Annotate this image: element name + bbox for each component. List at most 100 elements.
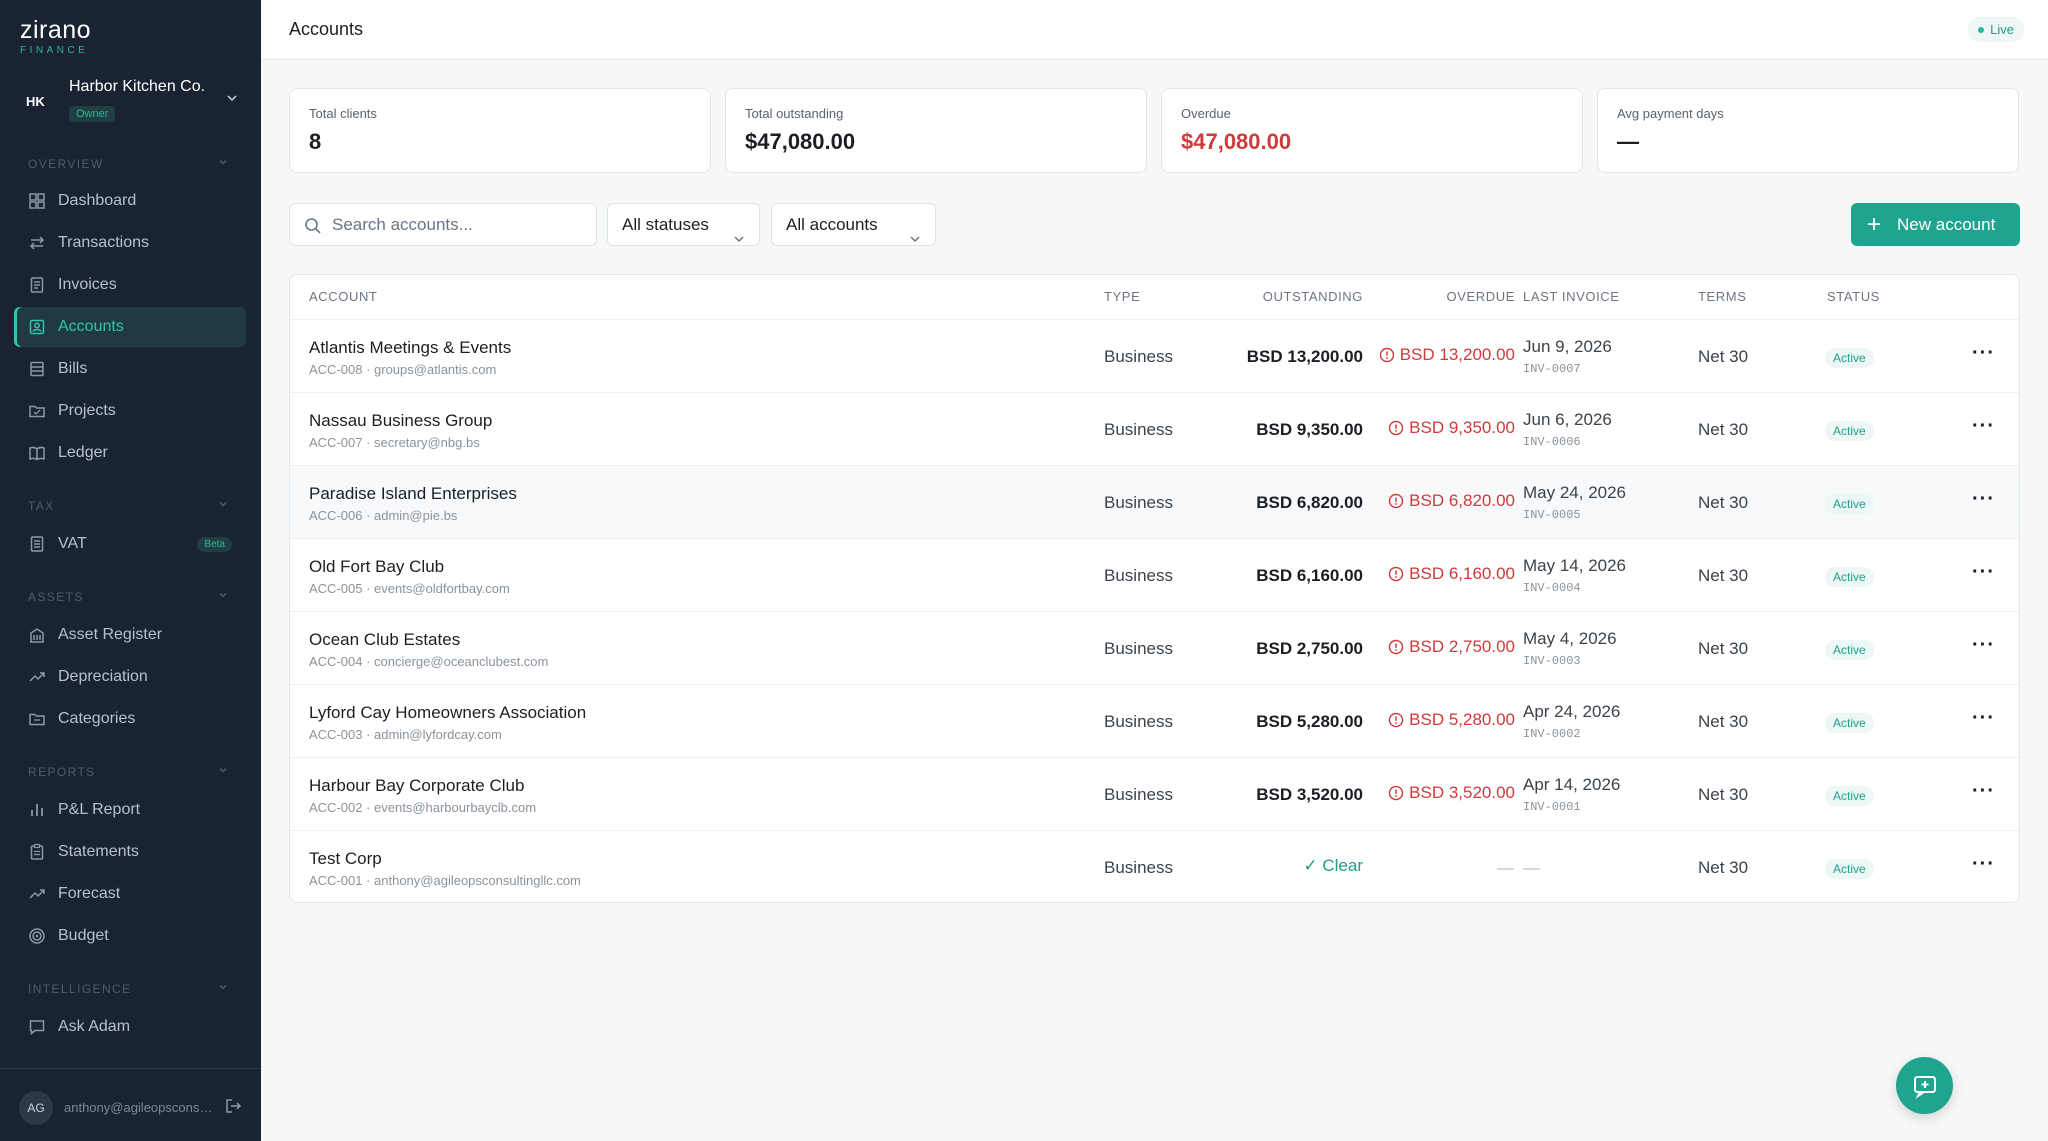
overdue-value: BSD 9,350.00 bbox=[1409, 418, 1515, 437]
table-row[interactable]: Test Corp ACC-001 · anthony@agileopscons… bbox=[290, 830, 2019, 902]
column-header-type[interactable]: TYPE bbox=[1104, 289, 1140, 304]
account-name[interactable]: Atlantis Meetings & Events bbox=[309, 338, 511, 358]
invoice-icon bbox=[28, 276, 46, 294]
last-invoice-number[interactable]: INV-0006 bbox=[1523, 435, 1581, 449]
more-options-icon[interactable]: ··· bbox=[1972, 415, 1995, 438]
table-row[interactable]: Atlantis Meetings & Events ACC-008 · gro… bbox=[290, 319, 2019, 392]
last-invoice-number[interactable]: INV-0004 bbox=[1523, 581, 1581, 595]
table-row[interactable]: Old Fort Bay Club ACC-005 · events@oldfo… bbox=[290, 538, 2019, 611]
status-filter-dropdown[interactable]: All statuses bbox=[607, 203, 760, 246]
status-badge: Active bbox=[1825, 567, 1874, 587]
more-options-icon[interactable]: ··· bbox=[1972, 342, 1995, 365]
sidebar-item-forecast[interactable]: Forecast bbox=[14, 874, 246, 914]
column-header-status[interactable]: STATUS bbox=[1827, 289, 1880, 304]
payment-terms: Net 30 bbox=[1698, 493, 1749, 512]
sidebar-item-statements[interactable]: Statements bbox=[14, 832, 246, 872]
sidebar-item-label: Budget bbox=[58, 927, 109, 944]
sidebar-item-accounts[interactable]: Accounts bbox=[14, 307, 246, 347]
sidebar-item-label: Statements bbox=[58, 843, 139, 860]
account-type: Business bbox=[1104, 712, 1173, 731]
last-invoice-number[interactable]: INV-0002 bbox=[1523, 727, 1581, 741]
sidebar-item-pl-report[interactable]: P&L Report bbox=[14, 790, 246, 830]
chevron-down-icon[interactable] bbox=[218, 765, 228, 778]
more-options-icon[interactable]: ··· bbox=[1972, 488, 1995, 511]
chevron-down-icon[interactable] bbox=[218, 499, 228, 512]
sidebar-item-categories[interactable]: Categories bbox=[14, 699, 246, 739]
sidebar-item-asset-register[interactable]: Asset Register bbox=[14, 615, 246, 655]
new-account-button[interactable]: + New account bbox=[1851, 203, 2020, 246]
sidebar-item-projects[interactable]: Projects bbox=[14, 391, 246, 431]
sidebar-item-dashboard[interactable]: Dashboard bbox=[14, 181, 246, 221]
sidebar-item-label: Invoices bbox=[58, 276, 117, 293]
live-status-badge: Live bbox=[1968, 17, 2024, 42]
more-options-icon[interactable]: ··· bbox=[1972, 780, 1995, 803]
table-row[interactable]: Nassau Business Group ACC-007 · secretar… bbox=[290, 392, 2019, 465]
account-meta: ACC-001 · anthony@agileopsconsultingllc.… bbox=[309, 873, 581, 888]
chevron-down-icon[interactable] bbox=[218, 157, 228, 170]
sidebar-item-ask-adam[interactable]: Ask Adam bbox=[14, 1007, 246, 1047]
account-name[interactable]: Nassau Business Group bbox=[309, 411, 492, 431]
more-options-icon[interactable]: ··· bbox=[1972, 634, 1995, 657]
column-header-terms[interactable]: TERMS bbox=[1698, 289, 1747, 304]
column-header-overdue[interactable]: OVERDUE bbox=[1447, 289, 1516, 304]
account-name[interactable]: Harbour Bay Corporate Club bbox=[309, 776, 524, 796]
section-intelligence[interactable]: INTELLIGENCE bbox=[28, 982, 132, 996]
column-header-last-invoice[interactable]: LAST INVOICE bbox=[1523, 289, 1620, 304]
section-assets[interactable]: ASSETS bbox=[28, 590, 84, 604]
last-invoice-number[interactable]: INV-0001 bbox=[1523, 800, 1581, 814]
chat-fab-button[interactable] bbox=[1896, 1057, 1953, 1114]
last-invoice-date: Apr 14, 2026 bbox=[1523, 775, 1621, 794]
table-row[interactable]: Ocean Club Estates ACC-004 · concierge@o… bbox=[290, 611, 2019, 684]
logout-icon[interactable] bbox=[224, 1097, 242, 1115]
last-invoice-date: Jun 6, 2026 bbox=[1523, 410, 1612, 429]
sidebar-item-label: Bills bbox=[58, 360, 88, 377]
search-input[interactable] bbox=[332, 204, 582, 245]
chevron-down-icon[interactable] bbox=[218, 982, 228, 995]
user-profile[interactable]: AG anthony@agileopsconsultingllc.com bbox=[0, 1068, 261, 1141]
sidebar-item-depreciation[interactable]: Depreciation bbox=[14, 657, 246, 697]
overdue-value: BSD 6,820.00 bbox=[1409, 491, 1515, 510]
account-name[interactable]: Ocean Club Estates bbox=[309, 630, 460, 650]
status-badge: Active bbox=[1825, 786, 1874, 806]
sidebar-item-bills[interactable]: Bills bbox=[14, 349, 246, 389]
account-name[interactable]: Test Corp bbox=[309, 849, 382, 869]
search-box[interactable] bbox=[289, 203, 597, 246]
logo-subtext: FINANCE bbox=[20, 45, 89, 56]
payment-terms: Net 30 bbox=[1698, 858, 1749, 877]
account-filter-dropdown[interactable]: All accounts bbox=[771, 203, 936, 246]
more-options-icon[interactable]: ··· bbox=[1972, 707, 1995, 730]
table-row[interactable]: Paradise Island Enterprises ACC-006 · ad… bbox=[290, 465, 2019, 538]
section-reports[interactable]: REPORTS bbox=[28, 765, 96, 779]
sidebar-item-transactions[interactable]: Transactions bbox=[14, 223, 246, 263]
more-options-icon[interactable]: ··· bbox=[1972, 561, 1995, 584]
sidebar-item-vat[interactable]: VAT Beta bbox=[14, 524, 246, 564]
account-name[interactable]: Paradise Island Enterprises bbox=[309, 484, 517, 504]
sidebar-item-invoices[interactable]: Invoices bbox=[14, 265, 246, 305]
section-overview[interactable]: OVERVIEW bbox=[28, 157, 104, 171]
sidebar-item-budget[interactable]: Budget bbox=[14, 916, 246, 956]
account-meta: ACC-008 · groups@atlantis.com bbox=[309, 362, 497, 377]
more-options-icon[interactable]: ··· bbox=[1972, 853, 1995, 876]
account-type: Business bbox=[1104, 493, 1173, 512]
column-header-outstanding[interactable]: OUTSTANDING bbox=[1263, 289, 1363, 304]
transactions-icon bbox=[28, 234, 46, 252]
stat-card-total-outstanding: Total outstanding $47,080.00 bbox=[725, 88, 1147, 173]
last-invoice-number[interactable]: INV-0003 bbox=[1523, 654, 1581, 668]
org-switcher[interactable]: HK Harbor Kitchen Co. Owner bbox=[0, 72, 261, 132]
brand-logo[interactable]: zirano FINANCE bbox=[20, 16, 91, 56]
overdue-value: BSD 3,520.00 bbox=[1409, 783, 1515, 802]
overdue-amount: BSD 9,350.00 bbox=[1388, 418, 1515, 438]
section-tax[interactable]: TAX bbox=[28, 499, 55, 513]
table-row[interactable]: Lyford Cay Homeowners Association ACC-00… bbox=[290, 684, 2019, 757]
account-name[interactable]: Old Fort Bay Club bbox=[309, 557, 444, 577]
sidebar-item-label: VAT bbox=[58, 535, 87, 552]
chevron-down-icon bbox=[733, 219, 745, 260]
sidebar-item-ledger[interactable]: Ledger bbox=[14, 433, 246, 473]
chevron-down-icon[interactable] bbox=[218, 590, 228, 603]
account-name[interactable]: Lyford Cay Homeowners Association bbox=[309, 703, 586, 723]
column-header-account[interactable]: ACCOUNT bbox=[309, 289, 377, 304]
table-row[interactable]: Harbour Bay Corporate Club ACC-002 · eve… bbox=[290, 757, 2019, 830]
last-invoice-number[interactable]: INV-0007 bbox=[1523, 362, 1581, 376]
account-meta: ACC-004 · concierge@oceanclubest.com bbox=[309, 654, 549, 669]
last-invoice-number[interactable]: INV-0005 bbox=[1523, 508, 1581, 522]
